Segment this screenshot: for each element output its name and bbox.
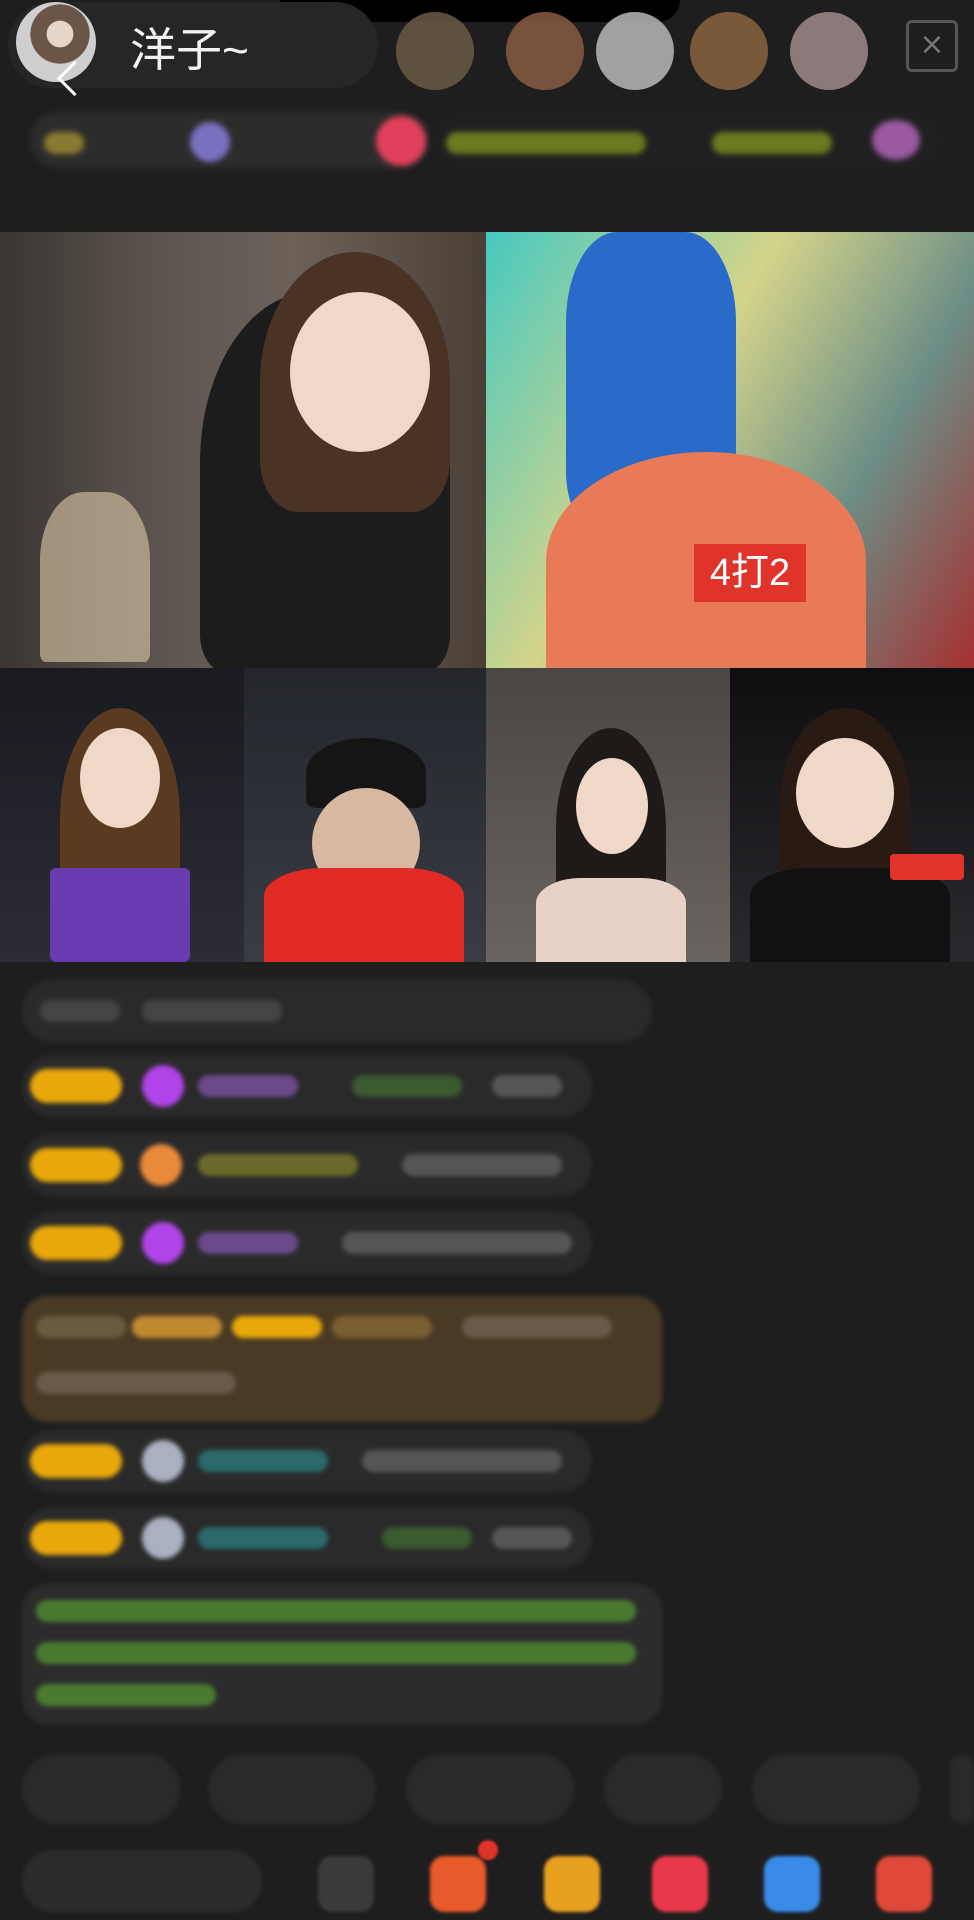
shop-icon[interactable] — [544, 1856, 600, 1912]
viewer-avatar[interactable] — [506, 12, 584, 90]
chat-message[interactable] — [22, 1134, 592, 1196]
quick-reply-chip[interactable] — [22, 1754, 180, 1824]
chat-message[interactable] — [22, 1212, 592, 1274]
emoji-icon[interactable] — [318, 1856, 374, 1912]
gem-icon — [142, 1222, 184, 1264]
room-info-strip[interactable] — [30, 112, 430, 168]
chat-message[interactable] — [22, 1055, 592, 1117]
viewer-avatar[interactable] — [790, 12, 868, 90]
video-tile-guest[interactable] — [486, 668, 730, 962]
pk-score-tag: 4打2 — [694, 544, 806, 602]
level-badge — [30, 1069, 122, 1103]
quick-reply-chip[interactable] — [406, 1754, 574, 1824]
host-name: 洋子~ — [130, 24, 249, 76]
quick-reply-chip[interactable] — [752, 1754, 920, 1824]
chat-message[interactable] — [22, 1430, 592, 1492]
more-icon[interactable] — [876, 1856, 932, 1912]
level-badge — [30, 1521, 122, 1555]
chat-message[interactable] — [22, 1507, 592, 1569]
viewer-avatar[interactable] — [690, 12, 768, 90]
chat-message[interactable] — [22, 980, 652, 1042]
ranking-strip[interactable] — [432, 112, 944, 168]
video-tile-guest[interactable] — [244, 668, 486, 962]
video-tile-host[interactable] — [0, 232, 486, 668]
welcome-message[interactable] — [22, 1584, 662, 1724]
level-badge — [30, 1226, 122, 1260]
level-badge — [30, 1444, 122, 1478]
video-tile-guest[interactable] — [0, 668, 244, 962]
viewer-avatar[interactable] — [396, 12, 474, 90]
comment-input[interactable] — [22, 1850, 262, 1912]
avatar-icon — [142, 1517, 184, 1559]
medal-icon — [140, 1144, 182, 1186]
close-icon[interactable]: × — [906, 20, 958, 72]
activity-icon[interactable] — [652, 1856, 708, 1912]
quick-reply-chip[interactable] — [604, 1754, 722, 1824]
system-announcement[interactable] — [22, 1296, 662, 1422]
quick-reply-chip[interactable] — [950, 1754, 974, 1824]
notification-dot — [478, 1840, 498, 1860]
share-icon[interactable] — [764, 1856, 820, 1912]
avatar-icon — [142, 1440, 184, 1482]
gem-icon — [142, 1065, 184, 1107]
level-badge — [30, 1148, 122, 1182]
quick-reply-chip[interactable] — [208, 1754, 376, 1824]
video-tile-opponent[interactable] — [486, 232, 974, 668]
viewer-avatar[interactable] — [596, 12, 674, 90]
video-tile-guest[interactable] — [730, 668, 974, 962]
gift-icon[interactable] — [430, 1856, 486, 1912]
